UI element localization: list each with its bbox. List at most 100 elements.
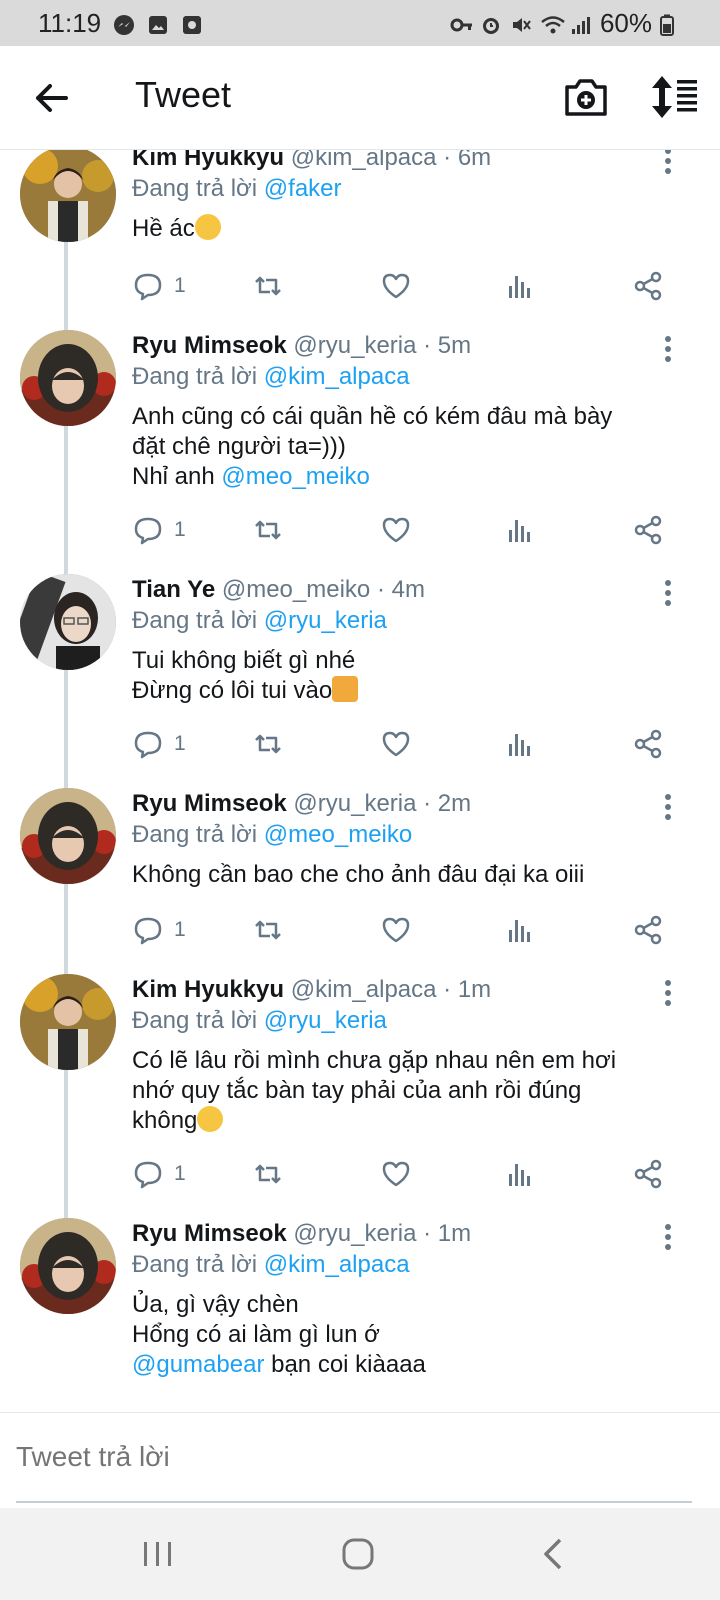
display-name[interactable]: Kim Hyukkyu <box>132 976 284 1003</box>
mute-icon <box>510 12 532 34</box>
tweet-text: Tui không biết gì nhé Đừng có lôi tui và… <box>132 646 690 706</box>
tweet-actions: 1 <box>132 266 692 306</box>
wifi-icon <box>540 12 565 34</box>
more-options-icon[interactable] <box>656 334 680 366</box>
sort-icon[interactable] <box>650 74 700 120</box>
username[interactable]: @ryu_keria <box>293 332 416 359</box>
tweet-text: Anh cũng có cái quần hề có kém đâu mà bà… <box>132 403 613 490</box>
reply-button[interactable]: 1 <box>132 266 186 306</box>
share-button[interactable] <box>632 510 664 550</box>
reply-mention-link[interactable]: @kim_alpaca <box>264 363 410 390</box>
back-arrow-icon[interactable] <box>30 76 74 120</box>
home-icon[interactable] <box>338 1534 378 1574</box>
reply-mention-link[interactable]: @ryu_keria <box>264 1007 387 1034</box>
analytics-button[interactable] <box>504 724 536 764</box>
app-bar: Tweet <box>0 46 720 150</box>
thread-connector <box>64 150 68 1250</box>
share-button[interactable] <box>632 266 664 306</box>
timestamp: · 4m <box>376 576 425 603</box>
mention-link[interactable]: @gumabear <box>132 1351 264 1378</box>
display-name[interactable]: Tian Ye <box>132 576 215 603</box>
reply-icon <box>134 1161 162 1189</box>
reply-button[interactable]: 1 <box>132 510 186 550</box>
reply-button[interactable]: 1 <box>132 1154 186 1194</box>
emoji-icon <box>194 214 221 240</box>
more-options-icon[interactable] <box>656 150 680 178</box>
tweet-header: Kim Hyukkyu @kim_alpaca · 6m <box>132 150 690 172</box>
reply-mention-link[interactable]: @kim_alpaca <box>264 1251 410 1278</box>
display-name[interactable]: Ryu Mimseok <box>132 332 287 359</box>
display-name[interactable]: Ryu Mimseok <box>132 1220 287 1247</box>
avatar[interactable] <box>20 574 116 670</box>
avatar[interactable] <box>20 788 116 884</box>
retweet-button[interactable] <box>252 510 284 550</box>
signal-icon <box>570 12 592 34</box>
like-button[interactable] <box>380 724 412 764</box>
display-name[interactable]: Kim Hyukkyu <box>132 150 284 171</box>
input-underline <box>16 1501 692 1503</box>
analytics-button[interactable] <box>504 510 536 550</box>
app-notification-icon <box>181 12 203 34</box>
tweet-text: Có lẽ lâu rồi mình chưa gặp nhau nên em … <box>132 1047 617 1134</box>
username[interactable]: @kim_alpaca <box>291 150 437 171</box>
username[interactable]: @ryu_keria <box>293 790 416 817</box>
back-nav-icon[interactable] <box>534 1534 574 1574</box>
camera-icon[interactable] <box>563 74 609 120</box>
like-button[interactable] <box>380 910 412 950</box>
username[interactable]: @kim_alpaca <box>291 976 437 1003</box>
tweet-actions: 1 <box>132 910 692 950</box>
replying-to: Đang trả lời @ryu_keria <box>132 1007 387 1034</box>
avatar[interactable] <box>20 1218 116 1314</box>
share-button[interactable] <box>632 724 664 764</box>
retweet-icon <box>255 734 281 754</box>
reply-mention-link[interactable]: @ryu_keria <box>264 607 387 634</box>
display-name[interactable]: Ryu Mimseok <box>132 790 287 817</box>
reply-icon <box>134 917 162 945</box>
like-button[interactable] <box>380 266 412 306</box>
avatar[interactable] <box>20 330 116 426</box>
gallery-icon <box>147 12 169 34</box>
heart-icon <box>382 731 410 757</box>
retweet-button[interactable] <box>252 910 284 950</box>
battery-icon <box>660 12 682 36</box>
share-button[interactable] <box>632 910 664 950</box>
timestamp: · 1m <box>443 976 492 1003</box>
avatar[interactable] <box>20 974 116 1070</box>
reply-mention-link[interactable]: @meo_meiko <box>264 821 412 848</box>
share-icon <box>634 915 662 945</box>
messenger-icon <box>113 12 135 35</box>
alarm-icon <box>480 12 502 34</box>
reply-button[interactable]: 1 <box>132 724 186 764</box>
analytics-icon <box>509 276 530 298</box>
vpn-key-icon <box>450 12 472 34</box>
mention-link[interactable]: @meo_meiko <box>221 463 369 490</box>
avatar[interactable] <box>20 150 116 242</box>
heart-icon <box>382 517 410 543</box>
retweet-icon <box>255 920 281 940</box>
reply-input[interactable] <box>16 1441 696 1473</box>
more-options-icon[interactable] <box>656 792 680 824</box>
reply-icon <box>134 273 162 301</box>
more-options-icon[interactable] <box>656 978 680 1010</box>
recent-apps-icon[interactable] <box>138 1534 178 1574</box>
username[interactable]: @ryu_keria <box>293 1220 416 1247</box>
share-button[interactable] <box>632 1154 664 1194</box>
username[interactable]: @meo_meiko <box>222 576 370 603</box>
like-button[interactable] <box>380 1154 412 1194</box>
tweet-header: Kim Hyukkyu @kim_alpaca · 1m <box>132 976 690 1004</box>
more-options-icon[interactable] <box>656 1222 680 1254</box>
reply-mention-link[interactable]: @faker <box>264 175 342 202</box>
timestamp: · 5m <box>423 332 472 359</box>
like-button[interactable] <box>380 510 412 550</box>
status-time: 11:19 <box>38 7 102 38</box>
analytics-icon <box>509 920 530 942</box>
analytics-button[interactable] <box>504 1154 536 1194</box>
retweet-button[interactable] <box>252 1154 284 1194</box>
reply-button[interactable]: 1 <box>132 910 186 950</box>
analytics-button[interactable] <box>504 910 536 950</box>
retweet-button[interactable] <box>252 266 284 306</box>
retweet-button[interactable] <box>252 724 284 764</box>
analytics-button[interactable] <box>504 266 536 306</box>
more-options-icon[interactable] <box>656 578 680 610</box>
page-title: Tweet <box>135 74 232 115</box>
